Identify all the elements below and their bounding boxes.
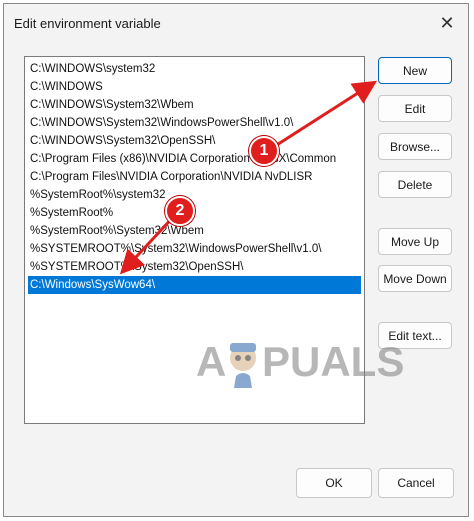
list-item[interactable]: %SYSTEMROOT%\System32\WindowsPowerShell\… <box>28 240 361 258</box>
edit-button[interactable]: Edit <box>378 95 452 122</box>
list-item[interactable]: C:\Program Files\NVIDIA Corporation\NVID… <box>28 168 361 186</box>
delete-button[interactable]: Delete <box>378 171 452 198</box>
new-button[interactable]: New <box>378 57 452 84</box>
list-item[interactable]: C:\WINDOWS\System32\WindowsPowerShell\v1… <box>28 114 361 132</box>
list-item[interactable]: C:\WINDOWS\System32\Wbem <box>28 96 361 114</box>
dialog-title: Edit environment variable <box>14 16 161 31</box>
list-item[interactable]: C:\Program Files (x86)\NVIDIA Corporatio… <box>28 150 361 168</box>
edit-text-button[interactable]: Edit text... <box>378 322 452 349</box>
list-item[interactable]: C:\WINDOWS\System32\OpenSSH\ <box>28 132 361 150</box>
move-down-button[interactable]: Move Down <box>378 265 452 292</box>
list-item[interactable]: C:\WINDOWS <box>28 78 361 96</box>
list-item[interactable]: C:\WINDOWS\system32 <box>28 60 361 78</box>
list-item[interactable]: %SYSTEMROOT%\System32\OpenSSH\ <box>28 258 361 276</box>
title-bar: Edit environment variable ✕ <box>4 4 468 40</box>
close-icon[interactable]: ✕ <box>436 12 458 34</box>
list-item[interactable]: %SystemRoot%\System32\Wbem <box>28 222 361 240</box>
cancel-button[interactable]: Cancel <box>378 468 454 498</box>
ok-button[interactable]: OK <box>296 468 372 498</box>
list-item[interactable]: %SystemRoot%\system32 <box>28 186 361 204</box>
path-list[interactable]: C:\WINDOWS\system32 C:\WINDOWS C:\WINDOWS\… <box>24 56 365 424</box>
step-1-badge: 1 <box>249 136 279 166</box>
list-item-selected[interactable]: C:\Windows\SysWow64\ <box>28 276 361 294</box>
step-2-badge: 2 <box>165 196 195 226</box>
browse-button[interactable]: Browse... <box>378 133 452 160</box>
move-up-button[interactable]: Move Up <box>378 228 452 255</box>
